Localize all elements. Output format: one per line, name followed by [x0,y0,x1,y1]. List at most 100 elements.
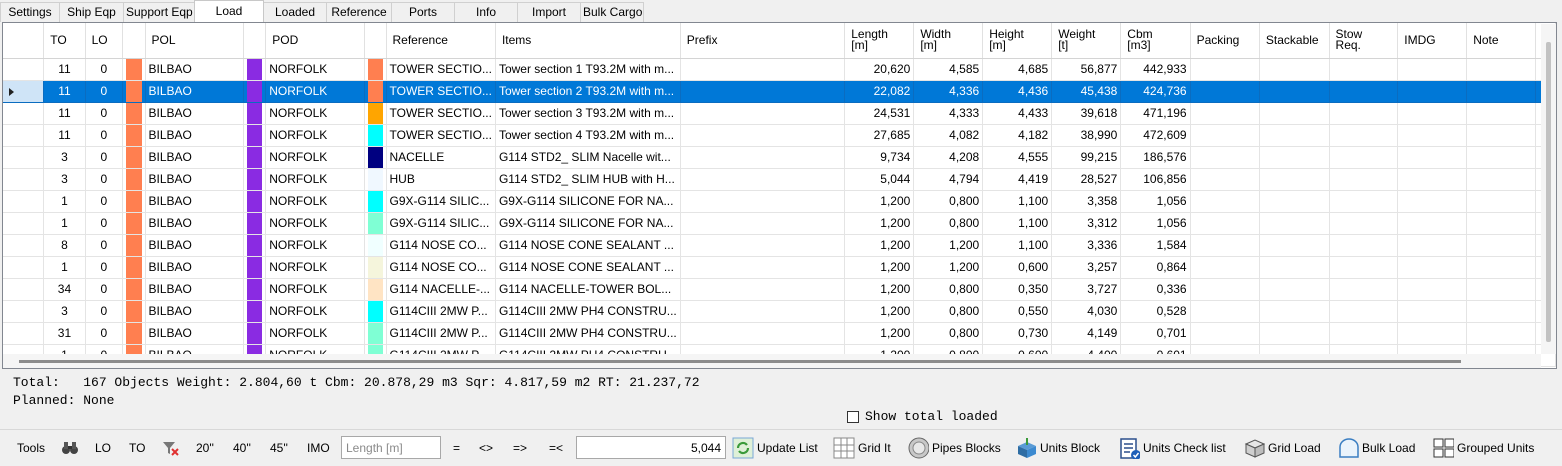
cell-weight[interactable]: 3,358 [1051,190,1122,213]
not-equals-button[interactable]: <> [479,430,493,466]
cell-pod-color[interactable] [243,212,267,235]
cell-height[interactable]: 4,436 [982,80,1053,103]
cell-reference[interactable]: HUB [386,168,496,191]
row-header[interactable] [3,190,45,213]
cell-stow-req[interactable] [1329,102,1399,125]
cell-to[interactable]: 8 [43,234,86,257]
cell-imdg[interactable] [1397,58,1468,81]
cell-items[interactable]: Tower section 2 T93.2M with m... [495,80,681,103]
cell-imdg[interactable] [1397,168,1468,191]
show-total-loaded-checkbox[interactable] [847,410,859,423]
cell-packing[interactable] [1190,278,1260,301]
cell-to[interactable]: 3 [43,146,86,169]
cell-stow-req[interactable] [1329,124,1399,147]
cell-cbm[interactable]: 0,864 [1120,256,1191,279]
cell-pod-color[interactable] [243,124,267,147]
cell-stackable[interactable] [1259,124,1330,147]
cell-note[interactable] [1466,212,1536,235]
cell-pol-color[interactable] [122,146,146,169]
cell-note[interactable] [1466,58,1536,81]
cell-packing[interactable] [1190,300,1260,323]
column-header[interactable]: Cbm [m3] [1120,23,1191,59]
grouped-units-button[interactable]: Grouped Units [1432,430,1534,466]
cell-items[interactable]: G114 STD2_ SLIM HUB with H... [495,168,681,191]
cell-lo[interactable]: 0 [85,190,124,213]
cell-stackable[interactable] [1259,322,1330,345]
row-header[interactable] [3,322,45,345]
cell-reference[interactable]: G114CIII 2MW P... [386,300,496,323]
cell-imdg[interactable] [1397,212,1468,235]
filter-value-input[interactable] [576,436,726,459]
vertical-scroll-thumb[interactable] [1546,42,1551,342]
cell-width[interactable]: 0,800 [913,322,984,345]
cell-weight[interactable]: 99,215 [1051,146,1122,169]
tab-loaded[interactable]: Loaded [263,2,327,22]
cell-height[interactable]: 0,550 [982,300,1053,323]
cell-reference[interactable]: G114 NOSE CO... [386,256,496,279]
cell-pol[interactable]: BILBAO [145,102,244,125]
cell-pod[interactable]: NORFOLK [265,102,366,125]
cell-reference-color[interactable] [364,80,387,103]
cell-stow-req[interactable] [1329,278,1399,301]
cell-stackable[interactable] [1259,58,1330,81]
cell-stackable[interactable] [1259,146,1330,169]
pipes-blocks-button[interactable]: Pipes Blocks [907,430,1001,466]
bulk-load-button[interactable]: Bulk Load [1337,430,1415,466]
table-row[interactable]: 8 0 BILBAO NORFOLK G114 NOSE CO... G114 NOSE … [3,234,1556,257]
cell-prefix[interactable] [680,102,846,125]
cell-pol[interactable]: BILBAO [145,80,244,103]
cell-stow-req[interactable] [1329,234,1399,257]
cell-weight[interactable]: 3,257 [1051,256,1122,279]
cell-to[interactable]: 1 [43,212,86,235]
table-row[interactable]: 3 0 BILBAO NORFOLK NACELLE G114 STD2_ SLIM Na… [3,146,1556,169]
table-row[interactable]: 11 0 BILBAO NORFOLK TOWER SECTIO... Tower sec… [3,102,1556,125]
cell-reference-color[interactable] [364,58,387,81]
row-header[interactable] [3,212,45,235]
cell-items[interactable]: Tower section 3 T93.2M with m... [495,102,681,125]
cell-imdg[interactable] [1397,80,1468,103]
cell-height[interactable]: 1,100 [982,212,1053,235]
column-header[interactable] [364,23,387,59]
row-header[interactable] [3,102,45,125]
cell-items[interactable]: G9X-G114 SILICONE FOR NA... [495,190,681,213]
cell-reference-color[interactable] [364,300,387,323]
cell-reference[interactable]: TOWER SECTIO... [386,124,496,147]
cell-height[interactable]: 4,182 [982,124,1053,147]
cell-reference-color[interactable] [364,168,387,191]
binoculars-button[interactable] [60,430,80,466]
cell-to[interactable]: 1 [43,256,86,279]
column-header[interactable]: Stackable [1259,23,1330,59]
table-row[interactable]: 1 0 BILBAO NORFOLK G114 NOSE CO... G114 NOSE … [3,256,1556,279]
column-header[interactable] [3,23,45,59]
column-header[interactable]: Note [1466,23,1536,59]
row-header[interactable] [3,234,45,257]
cell-pol-color[interactable] [122,168,146,191]
cell-pod[interactable]: NORFOLK [265,146,366,169]
cell-pod-color[interactable] [243,190,267,213]
cell-length[interactable]: 5,044 [844,168,915,191]
cell-reference[interactable]: G114 NOSE CO... [386,234,496,257]
cell-packing[interactable] [1190,212,1260,235]
cell-items[interactable]: G114CIII 2MW PH4 CONSTRU... [495,322,681,345]
cell-to[interactable]: 11 [43,102,86,125]
column-header[interactable]: Items [495,23,681,59]
cell-reference-color[interactable] [364,234,387,257]
cell-pol[interactable]: BILBAO [145,190,244,213]
cell-note[interactable] [1466,190,1536,213]
cell-pod[interactable]: NORFOLK [265,58,366,81]
cell-length[interactable]: 9,734 [844,146,915,169]
units-check-list-button[interactable]: Units Check list [1118,430,1226,466]
cell-imdg[interactable] [1397,190,1468,213]
cell-height[interactable]: 0,600 [982,256,1053,279]
cell-reference-color[interactable] [364,124,387,147]
cell-stow-req[interactable] [1329,256,1399,279]
cell-imdg[interactable] [1397,300,1468,323]
cell-reference-color[interactable] [364,278,387,301]
cell-note[interactable] [1466,234,1536,257]
cell-pol[interactable]: BILBAO [145,256,244,279]
clear-filter-button[interactable] [160,430,180,466]
imo-button[interactable]: IMO [307,430,330,466]
cell-stow-req[interactable] [1329,300,1399,323]
lo-button[interactable]: LO [95,430,111,466]
cell-prefix[interactable] [680,168,846,191]
